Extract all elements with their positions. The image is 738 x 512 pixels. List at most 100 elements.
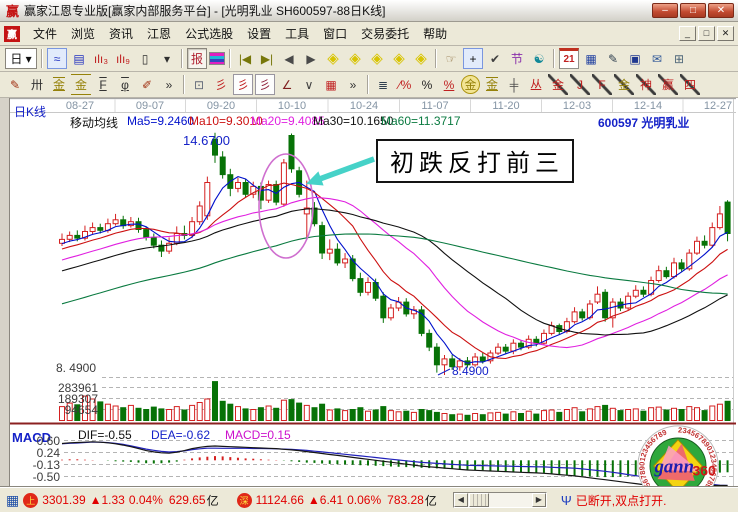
- menu-formula-picker[interactable]: 公式选股: [178, 22, 240, 45]
- mdi-minimize-button[interactable]: _: [679, 26, 696, 41]
- golden-section-icon[interactable]: 金: [49, 74, 69, 95]
- ma5-label: Ma5=9.2460: [127, 114, 194, 128]
- candle-style-dropdown-icon[interactable]: ▾: [157, 48, 177, 69]
- menu-window[interactable]: 窗口: [316, 22, 354, 45]
- shenzhen-index-icon[interactable]: 深: [237, 493, 252, 508]
- zoom-left-icon[interactable]: ◈: [323, 48, 343, 69]
- zoom-out-icon[interactable]: ◈: [389, 48, 409, 69]
- horizontal-scrollbar[interactable]: ◀ ▶: [453, 492, 547, 508]
- ladder-icon[interactable]: ≣: [373, 74, 393, 95]
- more-draw-icon[interactable]: »: [343, 74, 363, 95]
- menu-tools[interactable]: 工具: [278, 22, 316, 45]
- minimize-button[interactable]: –: [652, 3, 678, 18]
- zoom-in-icon[interactable]: ◈: [367, 48, 387, 69]
- percent-icon[interactable]: %: [417, 74, 437, 95]
- svg-text:10-24: 10-24: [350, 100, 378, 112]
- j-angle-icon[interactable]: J: [570, 74, 590, 95]
- toolbar-drawing: ✎卅金金Fφ✐»⊡彡彡彡∠∨▦»≣⁄%%%金金╪丛金JF金神赢四: [0, 72, 738, 98]
- notes-icon[interactable]: ✎: [603, 48, 623, 69]
- percent-retrace-icon[interactable]: ⁄%: [395, 74, 415, 95]
- shanghai-index-icon[interactable]: 上: [23, 493, 38, 508]
- menu-news[interactable]: 资讯: [102, 22, 140, 45]
- kline-3-icon[interactable]: ılı₃: [91, 48, 111, 69]
- svg-text:11-20: 11-20: [492, 100, 519, 112]
- first-screen-icon[interactable]: |◀: [235, 48, 255, 69]
- menu-browse[interactable]: 浏览: [64, 22, 102, 45]
- menu-file[interactable]: 文件: [26, 22, 64, 45]
- scroll-right-icon[interactable]: ▶: [532, 493, 546, 507]
- last-screen-icon[interactable]: ▶|: [257, 48, 277, 69]
- calculator-icon[interactable]: ▦: [581, 48, 601, 69]
- annotation-textbox[interactable]: 初跌反打前三: [376, 139, 574, 183]
- golden-channel-icon[interactable]: 金: [71, 74, 91, 95]
- fib-lines-icon[interactable]: F: [93, 74, 113, 95]
- candle-style-icon[interactable]: ▯: [135, 48, 155, 69]
- color-histogram-icon[interactable]: [209, 52, 225, 65]
- box-tool-icon[interactable]: ⊡: [189, 74, 209, 95]
- segment-tool-icon[interactable]: ✔: [485, 48, 505, 69]
- drag-hand-icon[interactable]: ☞: [441, 48, 461, 69]
- save-icon[interactable]: ▣: [625, 48, 645, 69]
- prev-screen-icon[interactable]: ◀: [279, 48, 299, 69]
- wave-tool-icon[interactable]: ∨: [299, 74, 319, 95]
- svg-text:11-07: 11-07: [421, 100, 448, 112]
- connection-status[interactable]: 已断开,双点打开.: [576, 492, 667, 509]
- gann-grid-icon[interactable]: 彡: [255, 74, 275, 95]
- calendar-icon[interactable]: 21: [559, 48, 579, 69]
- mdi-restore-button[interactable]: □: [698, 26, 715, 41]
- gold-angle-icon[interactable]: 金: [548, 74, 568, 95]
- chart-mode-icon[interactable]: ≈: [47, 48, 67, 69]
- info-panel-icon[interactable]: ▤: [69, 48, 89, 69]
- panel-label[interactable]: 日K线: [14, 103, 46, 120]
- f-angle-icon[interactable]: F: [592, 74, 612, 95]
- sh-index-pct: 0.04%: [129, 493, 163, 507]
- spiral-lines-icon[interactable]: φ: [115, 74, 135, 95]
- grid-lines-icon[interactable]: 卅: [27, 74, 47, 95]
- period-selector[interactable]: 日 ▾: [5, 48, 37, 69]
- more-tools-icon[interactable]: »: [159, 74, 179, 95]
- close-button[interactable]: ✕: [708, 3, 734, 18]
- gann-cycle-icon[interactable]: 节: [507, 48, 527, 69]
- sz-index-value: 11124.66: [256, 493, 304, 507]
- spiral-tool-icon[interactable]: ☯: [529, 48, 549, 69]
- annotate-pen-icon[interactable]: ✐: [137, 74, 157, 95]
- market-grid-icon[interactable]: ▦: [6, 492, 19, 509]
- macd-axis-4: -0.50: [22, 470, 60, 484]
- title-bar[interactable]: 赢 赢家江恩专业版[赢家内部服务平台] - [光明乳业 SH600597-88日…: [0, 0, 738, 22]
- gold-circle-icon[interactable]: 金: [461, 75, 480, 94]
- trend-stick-icon[interactable]: ╪: [504, 74, 524, 95]
- toolbar-separator: [183, 75, 185, 94]
- ying-angle-icon[interactable]: 赢: [658, 74, 678, 95]
- kline-9-icon[interactable]: ılı₉: [113, 48, 133, 69]
- gann-mode-icon[interactable]: 报: [187, 48, 207, 69]
- fit-screen-icon[interactable]: ◈: [411, 48, 431, 69]
- antenna-icon[interactable]: Ψ: [561, 493, 572, 508]
- scroll-left-icon[interactable]: ◀: [454, 493, 468, 507]
- matrix-icon[interactable]: ▦: [321, 74, 341, 95]
- menu-trade[interactable]: 交易委托: [354, 22, 416, 45]
- maximize-button[interactable]: □: [680, 3, 706, 18]
- menu-gann[interactable]: 江恩: [140, 22, 178, 45]
- shen-angle-icon[interactable]: 神: [636, 74, 656, 95]
- sz-amount-unit: 亿: [425, 492, 437, 509]
- menu-settings[interactable]: 设置: [240, 22, 278, 45]
- macd-value-label: MACD=0.15: [225, 428, 291, 442]
- percent-h-icon[interactable]: %: [439, 74, 459, 95]
- crosshair-icon[interactable]: +: [463, 48, 483, 69]
- si-angle-icon[interactable]: 四: [680, 74, 700, 95]
- toolbar-separator: [367, 75, 369, 94]
- gann-fan-icon[interactable]: 彡: [211, 74, 231, 95]
- print-icon[interactable]: ⊞: [669, 48, 689, 69]
- scrollbar-thumb[interactable]: [469, 493, 489, 507]
- angle-line-icon[interactable]: ∠: [277, 74, 297, 95]
- double-top-icon[interactable]: 丛: [526, 74, 546, 95]
- gold2-angle-icon[interactable]: 金: [614, 74, 634, 95]
- next-screen-icon[interactable]: ▶: [301, 48, 321, 69]
- mdi-close-button[interactable]: ✕: [717, 26, 734, 41]
- mail-icon[interactable]: ✉: [647, 48, 667, 69]
- zoom-right-icon[interactable]: ◈: [345, 48, 365, 69]
- gold-lines-icon[interactable]: 金: [482, 74, 502, 95]
- menu-help[interactable]: 帮助: [416, 22, 454, 45]
- draw-pen-icon[interactable]: ✎: [5, 74, 25, 95]
- gann-box-icon[interactable]: 彡: [233, 74, 253, 95]
